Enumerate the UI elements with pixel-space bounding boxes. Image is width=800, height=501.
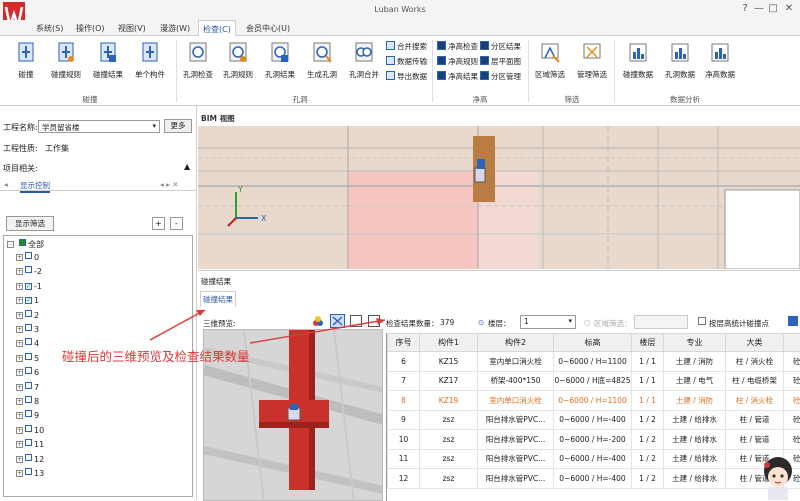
annotation-arrows xyxy=(0,0,800,500)
mascot-avatar xyxy=(758,455,798,500)
annotation-text: 碰撞后的三维预览及检查结果数量 xyxy=(62,346,250,365)
